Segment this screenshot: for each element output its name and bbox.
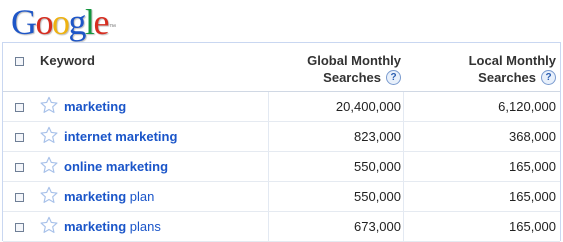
row-checkbox[interactable] [15,103,24,112]
local-searches-value: 165,000 [509,159,556,174]
local-searches-value: 165,000 [509,189,556,204]
keyword-link[interactable]: marketing plan [64,188,154,205]
table-row: marketing 20,400,000 6,120,000 [3,92,560,122]
table-row: online marketing 550,000 165,000 [3,152,560,182]
keyword-normal-part: plan [126,189,155,204]
global-searches-value: 550,000 [354,189,401,204]
keyword-bold-part: marketing [64,219,127,234]
keyword-column-header[interactable]: Keyword [40,52,95,69]
keyword-bold-part: internet marketing [64,129,178,144]
local-searches-value: 165,000 [509,219,556,234]
star-outline-icon[interactable] [40,216,58,234]
logo-letter-6: e [93,2,110,42]
keyword-link[interactable]: marketing plans [64,218,161,235]
global-monthly-searches-header[interactable]: Global Monthly Searches? [307,52,401,86]
logo-letter-1: G [11,2,37,42]
table-row: marketing plans 673,000 165,000 [3,212,560,242]
keyword-bold-part: marketing [64,189,127,204]
keyword-link[interactable]: internet marketing [64,128,177,145]
row-checkbox[interactable] [15,163,24,172]
local-searches-value: 6,120,000 [498,99,556,114]
global-searches-value: 673,000 [354,219,401,234]
logo-letter-5: l [85,2,95,42]
keyword-normal-part: plans [126,219,161,234]
star-outline-icon[interactable] [40,156,58,174]
row-checkbox[interactable] [15,193,24,202]
global-searches-value: 20,400,000 [335,99,401,114]
google-logo: Google™ [11,2,116,42]
keyword-results-table: Keyword Global Monthly Searches? Local M… [2,42,561,242]
logo-letter-3: o [52,2,70,42]
keyword-bold-part: marketing [64,99,127,114]
row-checkbox[interactable] [15,133,24,142]
keyword-bold-part: online marketing [64,159,169,174]
logo-letter-4: g [68,2,87,42]
help-question-icon[interactable]: ? [386,70,401,86]
keyword-link[interactable]: marketing [64,98,126,115]
row-checkbox[interactable] [15,223,24,232]
star-outline-icon[interactable] [40,126,58,144]
table-header: Keyword Global Monthly Searches? Local M… [3,43,560,92]
global-searches-value: 550,000 [354,159,401,174]
select-all-checkbox[interactable] [15,57,24,66]
local-monthly-searches-header[interactable]: Local Monthly Searches? [469,52,556,86]
table-row: marketing plan 550,000 165,000 [3,182,560,212]
local-header-line1: Local Monthly [468,53,556,68]
logo-letter-2: o [35,2,54,42]
table-row: internet marketing 823,000 368,000 [3,122,560,152]
help-question-icon[interactable]: ? [541,70,556,86]
star-outline-icon[interactable] [40,96,58,114]
local-header-line2: Searches [478,70,536,85]
keyword-link[interactable]: online marketing [64,158,168,175]
global-searches-value: 823,000 [354,129,401,144]
local-searches-value: 368,000 [509,129,556,144]
global-header-line2: Searches [323,70,381,85]
global-header-line1: Global Monthly [307,53,401,68]
star-outline-icon[interactable] [40,186,58,204]
trademark-symbol: ™ [109,24,116,31]
